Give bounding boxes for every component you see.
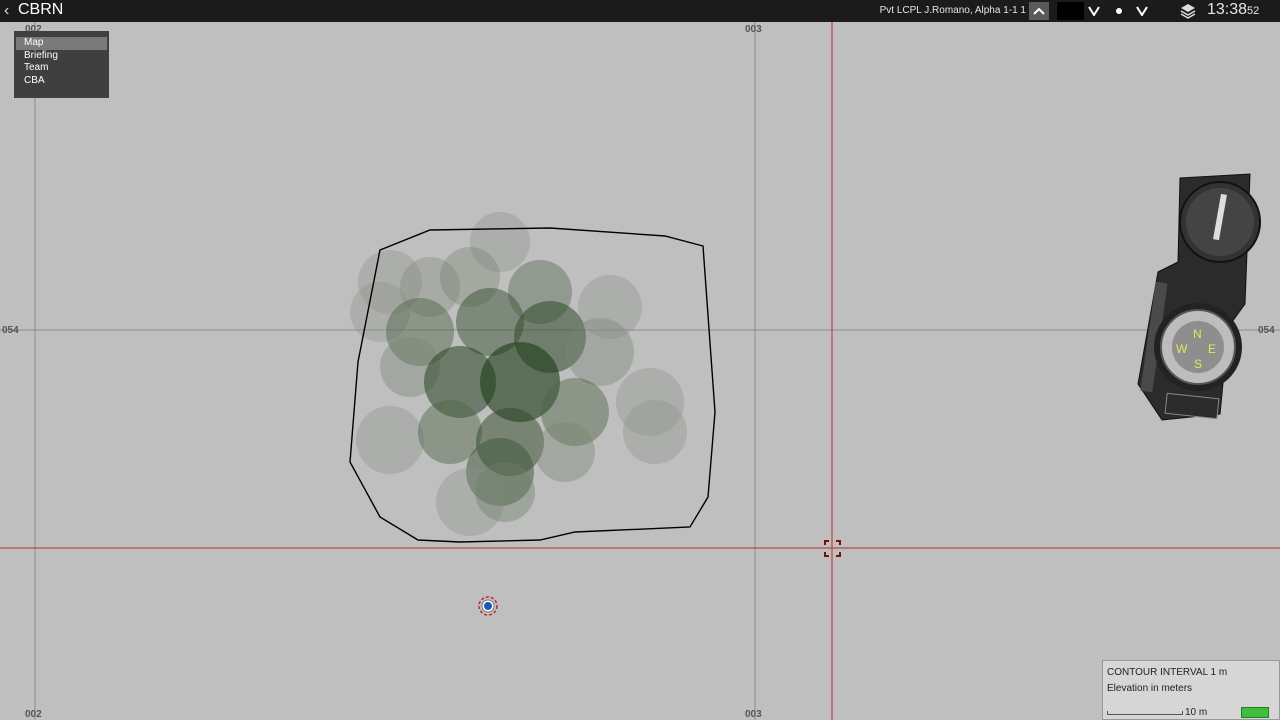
chevron-down-icon [1136, 6, 1148, 16]
compass-icon[interactable]: N W E S [1137, 173, 1261, 421]
grid-label-bottom-mid: 003 [745, 709, 762, 720]
map-menu: Map Briefing Team CBA [14, 31, 109, 98]
marker-type-dropdown[interactable] [1134, 2, 1150, 20]
menu-item-cba[interactable]: CBA [16, 75, 107, 88]
elevation-label: Elevation in meters [1107, 683, 1193, 694]
chevron-up-icon [1033, 7, 1045, 15]
menu-item-map[interactable]: Map [16, 37, 107, 50]
grid-label-left: 054 [2, 325, 19, 336]
marker-color-dropdown[interactable] [1086, 2, 1102, 20]
chevron-down-icon [1088, 6, 1100, 16]
player-name: Pvt LCPL J.Romano, Alpha 1-1 1 [879, 5, 1026, 16]
player-marker-icon[interactable] [478, 596, 498, 616]
battery-indicator [1241, 707, 1269, 718]
svg-text:N: N [1193, 327, 1202, 341]
scale-bar [1107, 711, 1183, 715]
marker-color-swatch[interactable] [1057, 2, 1084, 20]
svg-text:E: E [1208, 342, 1216, 356]
grid-label-right: 054 [1258, 325, 1275, 336]
dot-icon [1116, 8, 1122, 14]
screen-title: CBRN [18, 1, 64, 18]
clock-seconds: 52 [1247, 5, 1260, 17]
marker-type-button[interactable] [1110, 2, 1128, 20]
contamination-cloud [350, 212, 687, 536]
menu-item-team[interactable]: Team [16, 62, 107, 75]
clock-hm: 13:38 [1207, 1, 1248, 18]
map-legend: CONTOUR INTERVAL 1 m Elevation in meters… [1102, 660, 1280, 720]
layers-icon[interactable] [1178, 2, 1198, 20]
collapse-button[interactable] [1029, 2, 1049, 20]
contour-interval-label: CONTOUR INTERVAL 1 m [1107, 667, 1228, 678]
map-canvas[interactable]: N W E S [0, 22, 1280, 720]
grid-label-top-mid: 003 [745, 24, 762, 35]
scale-label: 10 m [1185, 707, 1208, 718]
top-bar: ‹ CBRN Pvt LCPL J.Romano, Alpha 1-1 1 13… [0, 0, 1280, 22]
grid-label-bottom-left: 002 [25, 709, 42, 720]
back-icon[interactable]: ‹ [4, 2, 9, 20]
menu-item-briefing[interactable]: Briefing [16, 50, 107, 63]
svg-text:S: S [1194, 357, 1202, 371]
clock: 13:3852 [1207, 1, 1259, 19]
svg-text:W: W [1176, 342, 1188, 356]
